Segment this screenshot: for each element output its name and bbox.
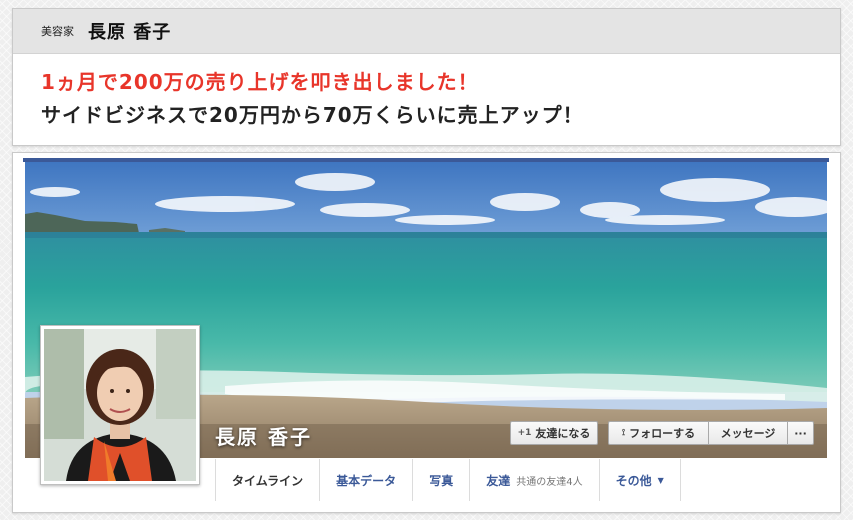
facebook-profile-card: 長原 香子 +1 友達になる ⟟ フォローする メッセージ ··· タイムライン…: [12, 152, 841, 513]
portrait-illustration: [44, 329, 196, 481]
headline-red: 1ヵ月で200万の売り上げを叩き出しました！: [41, 70, 479, 94]
add-friend-label: 友達になる: [535, 427, 591, 440]
profile-action-group: ⟟ フォローする メッセージ ···: [608, 421, 814, 445]
more-options-button[interactable]: ···: [788, 421, 814, 445]
profile-name[interactable]: 長原 香子: [215, 421, 312, 450]
add-friend-icon: +1: [517, 428, 532, 438]
role-label: 美容家: [41, 25, 74, 38]
tab-about-label: 基本データ: [336, 473, 397, 488]
profile-picture[interactable]: [40, 325, 200, 485]
header-name: 長原 香子: [88, 22, 172, 43]
message-button[interactable]: メッセージ: [709, 421, 788, 445]
message-label: メッセージ: [720, 427, 776, 440]
follow-label: フォローする: [629, 427, 696, 440]
tab-more[interactable]: その他 ▼: [600, 459, 681, 501]
header-bar: 美容家 長原 香子: [13, 9, 840, 54]
profile-photo: [44, 329, 196, 481]
add-friend-button[interactable]: +1 友達になる: [510, 421, 598, 445]
profile-tabs: タイムライン 基本データ 写真 友達 共通の友達4人 その他 ▼: [215, 459, 681, 501]
tab-friends-label: 友達: [486, 473, 511, 488]
more-label: ···: [794, 426, 807, 440]
mutual-friends-count: 共通の友達4人: [516, 476, 583, 488]
tab-timeline-label: タイムライン: [232, 473, 304, 488]
rss-icon: ⟟: [621, 428, 626, 438]
tab-photos[interactable]: 写真: [413, 459, 471, 501]
follow-button[interactable]: ⟟ フォローする: [608, 421, 709, 445]
headline-dark: サイドビジネスで20万円から70万くらいに売上アップ！: [41, 103, 584, 127]
tab-friends[interactable]: 友達 共通の友達4人: [470, 459, 600, 501]
tab-more-label: その他: [615, 473, 652, 488]
tab-timeline[interactable]: タイムライン: [216, 459, 321, 501]
profile-header-card: 美容家 長原 香子 1ヵ月で200万の売り上げを叩き出しました！ サイドビジネス…: [12, 8, 841, 146]
tab-photos-label: 写真: [429, 473, 454, 488]
caret-down-icon: ▼: [657, 475, 664, 485]
tab-about[interactable]: 基本データ: [320, 459, 414, 501]
